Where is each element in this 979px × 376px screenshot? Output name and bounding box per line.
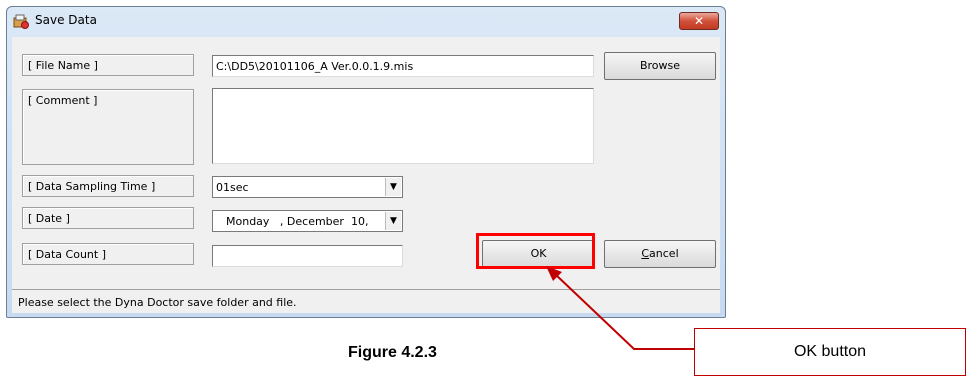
ok-button-callout: OK button xyxy=(694,328,966,376)
figure-caption: Figure 4.2.3 xyxy=(348,344,437,361)
callout-arrow xyxy=(546,266,694,350)
